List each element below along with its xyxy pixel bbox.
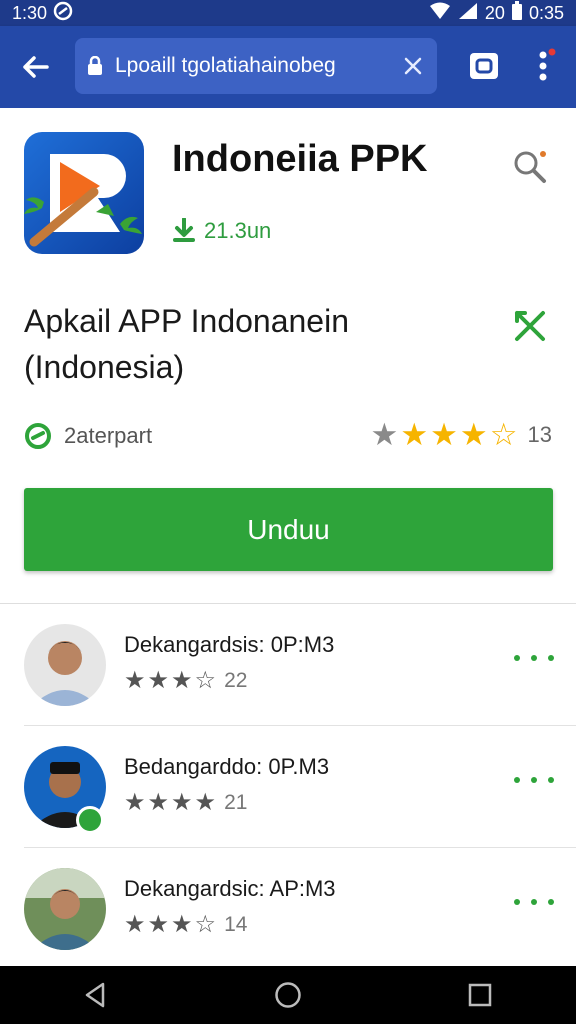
star-icon: ★	[171, 789, 193, 816]
more-horiz-icon[interactable]	[514, 648, 554, 668]
reviewer-name: Dekangardsis: 0P:M3	[124, 632, 335, 657]
nav-home-icon	[275, 982, 301, 1008]
star-icon: ★	[147, 911, 170, 938]
star-icon: ★	[124, 667, 146, 694]
reviewer-name: Dekangardsic: AP:M3	[124, 876, 336, 901]
star-icon: ★	[370, 417, 399, 452]
status-network-label: 20	[484, 2, 505, 23]
star-icon: ★	[459, 417, 488, 452]
star-outline-icon: ☆	[489, 417, 518, 452]
reviewer-name: Bedangarddo: 0P.M3	[124, 754, 330, 779]
list-item[interactable]: Dekangardsis: 0P:M3 ★ ★ ★ ☆ 22	[0, 604, 576, 726]
star-icon: ★	[124, 911, 146, 938]
page-content: Indoneiia PPK 21.3un Apkail APP Indonane…	[0, 108, 576, 966]
back-arrow-icon	[23, 56, 49, 78]
url-text: Lpoaill tgolatiahainobeg	[115, 54, 336, 77]
wifi-icon	[429, 2, 451, 25]
status-battery-time: 0:35	[528, 2, 564, 23]
list-item[interactable]: Dekangardsic: AP:M3 ★ ★ ★ ☆ 14	[0, 848, 576, 970]
download-icon	[173, 218, 195, 242]
system-nav-bar	[0, 966, 576, 1024]
review-count: 22	[224, 668, 248, 692]
tabs-icon	[470, 53, 498, 79]
browser-toolbar: Lpoaill tgolatiahainobeg	[0, 26, 576, 108]
app-icon	[24, 132, 144, 254]
signal-icon	[457, 2, 479, 25]
close-icon[interactable]	[401, 57, 425, 75]
star-icon: ★	[400, 417, 429, 452]
nav-home-button[interactable]	[258, 966, 318, 1024]
star-icon: ★	[171, 667, 193, 694]
app-rating: ★ ★ ★ ★ ☆ 13	[371, 419, 552, 450]
back-button[interactable]	[0, 26, 70, 108]
app-subtitle: Apkail APP Indonanein (Indonesia)	[24, 303, 349, 385]
download-count: 21.3un	[172, 218, 271, 244]
review-count: 14	[224, 912, 248, 936]
status-time: 1:30	[12, 2, 48, 23]
search-icon[interactable]	[512, 148, 548, 184]
review-count: 21	[224, 790, 248, 814]
developer-row[interactable]: 2aterpart	[24, 422, 152, 450]
more-horiz-icon[interactable]	[514, 770, 554, 790]
star-outline-icon: ☆	[194, 667, 217, 694]
star-icon: ★	[124, 789, 146, 816]
lock-icon	[87, 56, 105, 76]
nav-recents-button[interactable]	[450, 966, 510, 1024]
more-horiz-icon[interactable]	[514, 892, 554, 912]
nav-back-button[interactable]	[66, 966, 126, 1024]
rating-count: 13	[527, 421, 552, 447]
star-icon: ★	[147, 667, 170, 694]
nav-recents-icon	[468, 983, 492, 1007]
review-rating: ★ ★ ★ ★ 21	[124, 788, 247, 817]
avatar	[24, 868, 106, 950]
star-icon: ★	[147, 789, 170, 816]
more-vert-icon	[539, 48, 556, 81]
nav-back-icon	[85, 982, 105, 1008]
star-icon: ★	[430, 417, 458, 452]
download-button[interactable]: Unduu	[24, 488, 553, 571]
developer-name: 2aterpart	[64, 423, 153, 448]
menu-button[interactable]	[530, 46, 560, 86]
verified-badge	[76, 806, 104, 834]
review-rating: ★ ★ ★ ☆ 22	[124, 666, 247, 695]
sync-icon	[53, 1, 73, 26]
status-bar: 1:30 20 0:35	[0, 0, 576, 26]
tabs-button[interactable]	[466, 48, 502, 84]
star-icon: ★	[171, 911, 193, 938]
star-outline-icon: ☆	[194, 911, 217, 938]
review-rating: ★ ★ ★ ☆ 14	[124, 910, 247, 939]
app-title: Indoneiia PPK	[172, 138, 428, 180]
star-icon: ★	[194, 789, 217, 816]
battery-icon	[511, 0, 523, 26]
avatar	[24, 624, 106, 706]
verified-icon	[25, 423, 51, 449]
download-count-text: 21.3un	[204, 218, 272, 243]
url-bar[interactable]: Lpoaill tgolatiahainobeg	[75, 38, 437, 94]
share-icon[interactable]	[512, 308, 548, 344]
list-item[interactable]: Bedangarddo: 0P.M3 ★ ★ ★ ★ 21	[0, 726, 576, 848]
